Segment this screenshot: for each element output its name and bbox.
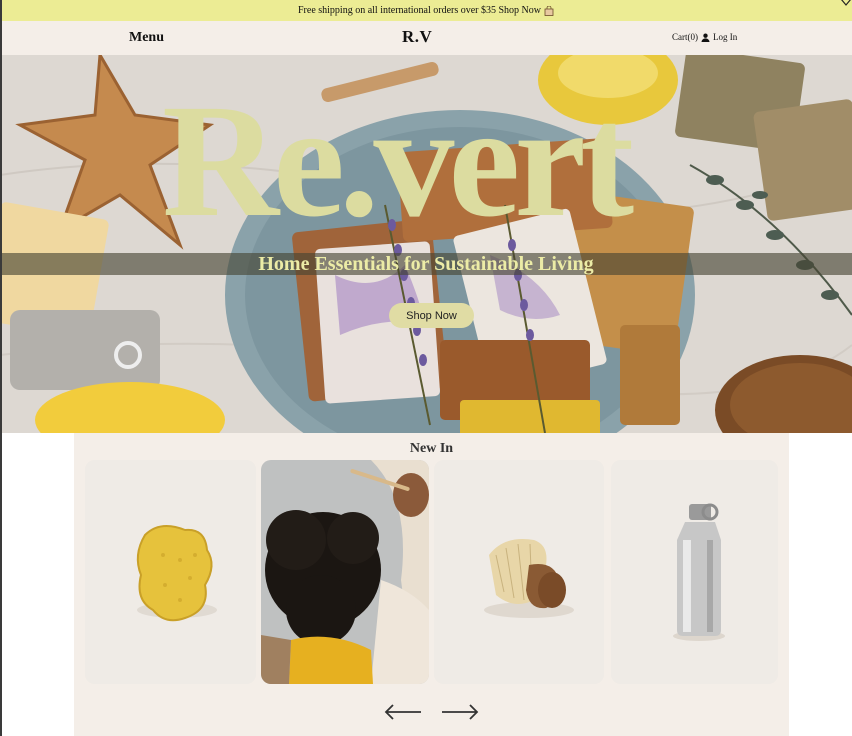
hero-title: Re.vert	[162, 72, 634, 251]
chevron-down-icon[interactable]	[840, 0, 852, 8]
steel-bottle-image	[611, 460, 778, 684]
window-edge	[0, 0, 2, 736]
site-logo[interactable]: R.V	[402, 27, 432, 47]
user-icon	[701, 33, 710, 42]
main-nav: Menu R.V Cart(0) Log In	[0, 21, 852, 56]
product-card-toothbrush[interactable]	[261, 460, 429, 684]
hero-tagline: Home Essentials for Sustainable Living	[258, 253, 594, 275]
login-link[interactable]: Log In	[713, 32, 737, 42]
hero-banner: Re.vert Home Essentials for Sustainable …	[0, 55, 852, 433]
product-card-bottle[interactable]	[611, 460, 778, 684]
announcement-bar: Free shipping on all international order…	[0, 0, 852, 21]
sponge-image	[85, 460, 256, 684]
shopping-bag-icon	[544, 5, 554, 16]
product-card-brush[interactable]	[434, 460, 604, 684]
wooden-brush-image	[434, 460, 604, 684]
new-in-heading: New In	[409, 441, 454, 456]
toothbrush-lifestyle-image	[261, 460, 429, 684]
shop-now-button[interactable]: Shop Now	[389, 303, 474, 328]
announcement-message[interactable]: Free shipping on all international order…	[298, 5, 554, 16]
arrow-right-icon[interactable]	[440, 703, 480, 721]
arrow-left-icon[interactable]	[383, 703, 423, 721]
product-card-sponge[interactable]	[85, 460, 256, 684]
new-in-section: New In	[74, 433, 789, 736]
cart-link[interactable]: Cart(0)	[672, 32, 698, 42]
menu-button[interactable]: Menu	[129, 30, 164, 46]
announcement-text: Free shipping on all international order…	[297, 5, 541, 16]
nav-account-links: Cart(0) Log In	[672, 32, 737, 42]
